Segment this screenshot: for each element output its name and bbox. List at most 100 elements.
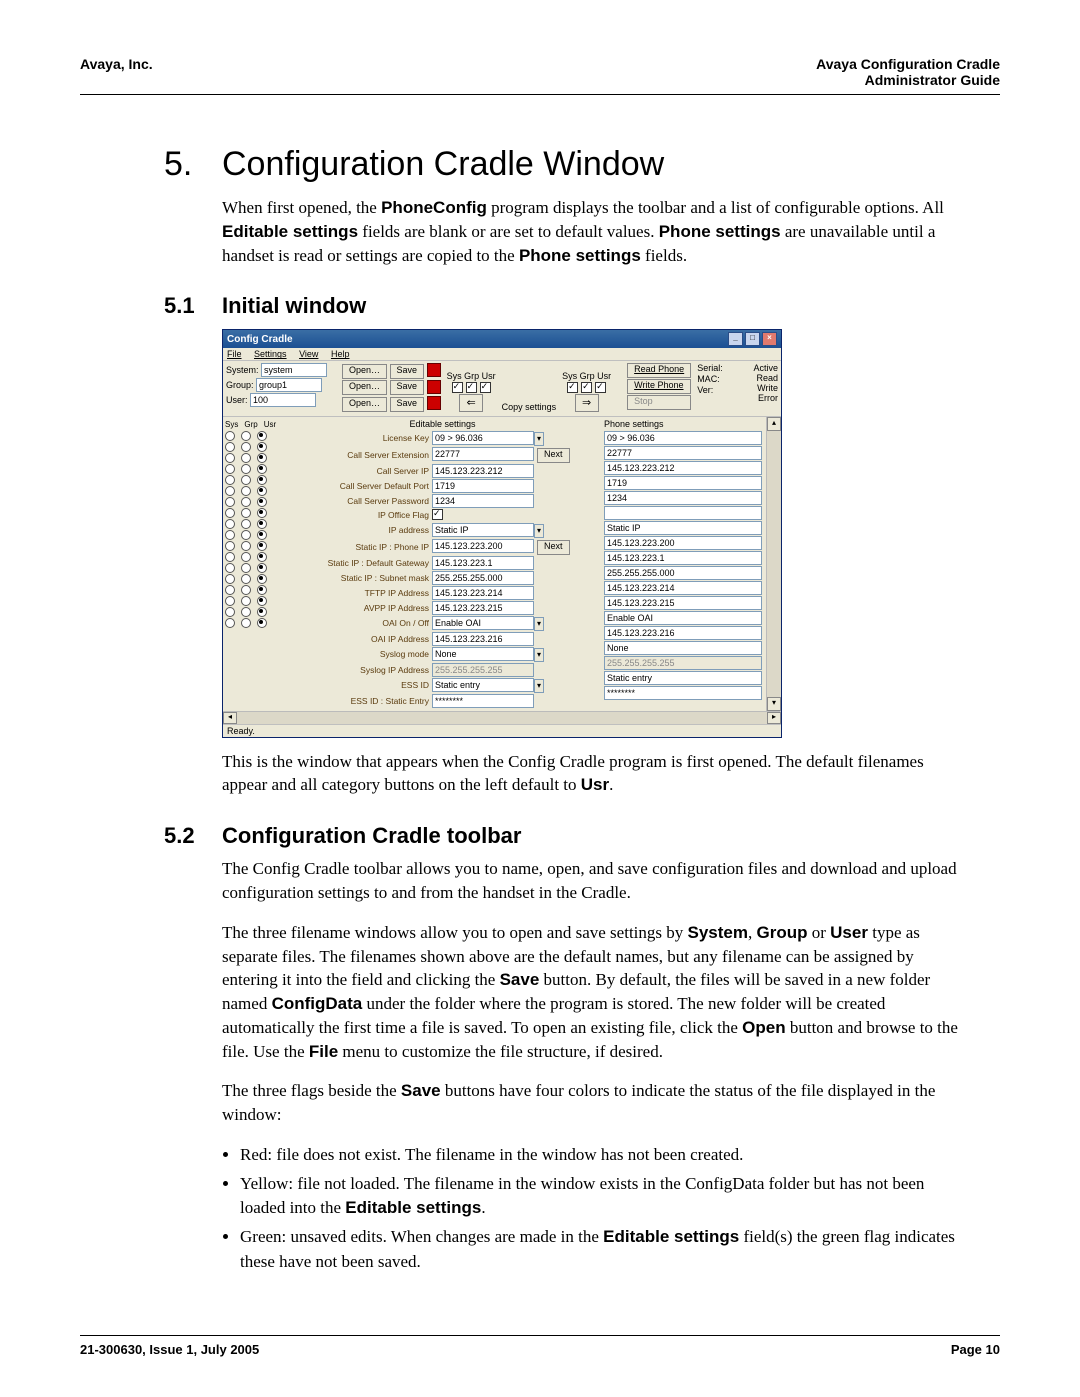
menu-file[interactable]: File bbox=[227, 349, 242, 359]
menu-view[interactable]: View bbox=[299, 349, 318, 359]
category-radio[interactable] bbox=[257, 431, 267, 441]
category-radio[interactable] bbox=[241, 497, 251, 507]
setting-input[interactable]: 255.255.255.000 bbox=[432, 571, 534, 585]
category-radio[interactable] bbox=[241, 519, 251, 529]
category-radio[interactable] bbox=[257, 541, 267, 551]
category-radio[interactable] bbox=[257, 552, 267, 562]
setting-input[interactable]: 255.255.255.255 bbox=[432, 663, 534, 677]
save-button[interactable]: Save bbox=[390, 380, 425, 395]
category-radio[interactable] bbox=[225, 541, 235, 551]
category-radio[interactable] bbox=[257, 475, 267, 485]
open-button[interactable]: Open… bbox=[342, 364, 387, 379]
category-radio[interactable] bbox=[241, 464, 251, 474]
category-radio[interactable] bbox=[225, 574, 235, 584]
setting-input[interactable]: ******** bbox=[432, 694, 534, 708]
category-radio[interactable] bbox=[241, 530, 251, 540]
category-radio[interactable] bbox=[241, 563, 251, 573]
category-radio[interactable] bbox=[241, 607, 251, 617]
category-radio[interactable] bbox=[225, 442, 235, 452]
arrow-left-icon[interactable]: ⇐ bbox=[459, 394, 483, 412]
category-radio[interactable] bbox=[225, 607, 235, 617]
sgu-check[interactable] bbox=[581, 382, 592, 393]
group-input[interactable]: group1 bbox=[256, 378, 322, 392]
category-radio[interactable] bbox=[225, 552, 235, 562]
sgu-check[interactable] bbox=[466, 382, 477, 393]
category-radio[interactable] bbox=[257, 618, 267, 628]
setting-checkbox[interactable] bbox=[432, 509, 443, 520]
arrow-right-icon[interactable]: ⇒ bbox=[575, 394, 599, 412]
scroll-down-icon[interactable]: ▾ bbox=[767, 697, 781, 711]
menu-settings[interactable]: Settings bbox=[254, 349, 287, 359]
category-radio[interactable] bbox=[241, 585, 251, 595]
category-radio[interactable] bbox=[257, 464, 267, 474]
category-radio[interactable] bbox=[225, 618, 235, 628]
category-radio[interactable] bbox=[241, 431, 251, 441]
category-radio[interactable] bbox=[257, 486, 267, 496]
sgu-check[interactable] bbox=[452, 382, 463, 393]
category-radio[interactable] bbox=[225, 453, 235, 463]
category-radio[interactable] bbox=[225, 475, 235, 485]
sgu-check[interactable] bbox=[480, 382, 491, 393]
open-button[interactable]: Open… bbox=[342, 397, 387, 412]
setting-input[interactable]: 145.123.223.216 bbox=[432, 632, 534, 646]
category-radio[interactable] bbox=[241, 508, 251, 518]
setting-dropdown[interactable]: Static IP bbox=[432, 523, 534, 537]
category-radio[interactable] bbox=[225, 530, 235, 540]
save-button[interactable]: Save bbox=[390, 364, 425, 379]
category-radio[interactable] bbox=[241, 486, 251, 496]
close-icon[interactable]: × bbox=[762, 332, 777, 346]
scroll-right-icon[interactable]: ▸ bbox=[767, 712, 781, 724]
chevron-down-icon[interactable]: ▾ bbox=[534, 617, 544, 631]
category-radio[interactable] bbox=[241, 475, 251, 485]
save-button[interactable]: Save bbox=[390, 397, 425, 412]
scroll-up-icon[interactable]: ▴ bbox=[767, 417, 781, 431]
category-radio[interactable] bbox=[257, 453, 267, 463]
category-radio[interactable] bbox=[241, 541, 251, 551]
setting-dropdown[interactable]: None bbox=[432, 647, 534, 661]
sgu-check[interactable] bbox=[595, 382, 606, 393]
category-radio[interactable] bbox=[225, 497, 235, 507]
chevron-down-icon[interactable]: ▾ bbox=[534, 679, 544, 693]
category-radio[interactable] bbox=[225, 596, 235, 606]
write-phone-button[interactable]: Write Phone bbox=[627, 379, 691, 394]
category-radio[interactable] bbox=[257, 442, 267, 452]
setting-dropdown[interactable]: Static entry bbox=[432, 678, 534, 692]
chevron-down-icon[interactable]: ▾ bbox=[534, 524, 544, 538]
category-radio[interactable] bbox=[257, 519, 267, 529]
setting-dropdown[interactable]: 09 > 96.036 bbox=[432, 431, 534, 445]
category-radio[interactable] bbox=[241, 618, 251, 628]
chevron-down-icon[interactable]: ▾ bbox=[534, 648, 544, 662]
category-radio[interactable] bbox=[225, 508, 235, 518]
horizontal-scrollbar[interactable]: ◂ ▸ bbox=[223, 711, 781, 724]
menu-help[interactable]: Help bbox=[331, 349, 350, 359]
category-radio[interactable] bbox=[257, 574, 267, 584]
category-radio[interactable] bbox=[241, 453, 251, 463]
category-radio[interactable] bbox=[257, 607, 267, 617]
system-input[interactable]: system bbox=[261, 363, 327, 377]
setting-input[interactable]: 145.123.223.212 bbox=[432, 464, 534, 478]
category-radio[interactable] bbox=[225, 585, 235, 595]
category-radio[interactable] bbox=[257, 563, 267, 573]
setting-input[interactable]: 145.123.223.1 bbox=[432, 556, 534, 570]
category-radio[interactable] bbox=[257, 508, 267, 518]
setting-input[interactable]: 22777 bbox=[432, 447, 534, 461]
setting-input[interactable]: 145.123.223.215 bbox=[432, 601, 534, 615]
stop-button[interactable]: Stop bbox=[627, 395, 691, 410]
minimize-icon[interactable]: _ bbox=[728, 332, 743, 346]
open-button[interactable]: Open… bbox=[342, 380, 387, 395]
category-radio[interactable] bbox=[241, 596, 251, 606]
next-button[interactable]: Next bbox=[537, 540, 570, 555]
category-radio[interactable] bbox=[241, 574, 251, 584]
setting-input[interactable]: 145.123.223.200 bbox=[432, 539, 534, 553]
category-radio[interactable] bbox=[225, 486, 235, 496]
category-radio[interactable] bbox=[257, 497, 267, 507]
category-radio[interactable] bbox=[241, 442, 251, 452]
category-radio[interactable] bbox=[225, 431, 235, 441]
category-radio[interactable] bbox=[257, 530, 267, 540]
category-radio[interactable] bbox=[257, 596, 267, 606]
vertical-scrollbar[interactable]: ▴ ▾ bbox=[766, 417, 781, 711]
category-radio[interactable] bbox=[257, 585, 267, 595]
next-button[interactable]: Next bbox=[537, 448, 570, 463]
category-radio[interactable] bbox=[225, 519, 235, 529]
setting-dropdown[interactable]: Enable OAI bbox=[432, 616, 534, 630]
